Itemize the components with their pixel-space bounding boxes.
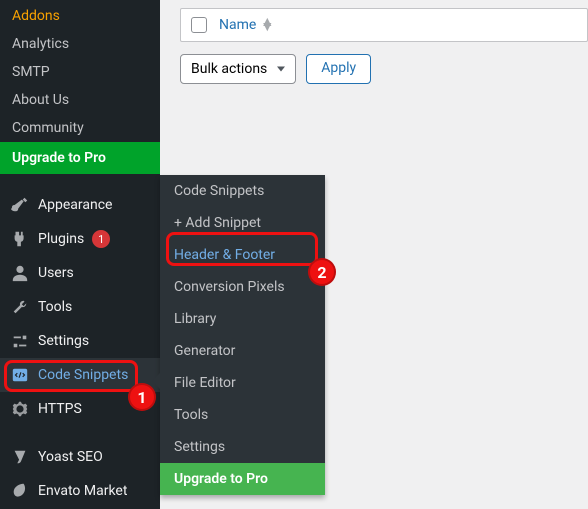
code-snippets-submenu: Code Snippets + Add Snippet Header & Foo… <box>160 175 325 495</box>
plug-icon <box>10 230 30 248</box>
submenu-item-code-snippets[interactable]: Code Snippets <box>160 175 325 207</box>
column-label: Name <box>219 17 256 33</box>
sidebar-item-label: Yoast SEO <box>38 449 103 465</box>
admin-sidebar: Addons Analytics SMTP About Us Community… <box>0 0 160 509</box>
sidebar-upgrade-button[interactable]: Upgrade to Pro <box>0 142 160 174</box>
yoast-icon <box>10 448 30 466</box>
table-header-row: Name ▲▼ <box>180 8 588 42</box>
sidebar-item-appearance[interactable]: Appearance <box>0 188 160 222</box>
sidebar-item-users[interactable]: Users <box>0 256 160 290</box>
submenu-upgrade-button[interactable]: Upgrade to Pro <box>160 463 325 495</box>
bulk-actions-select[interactable]: Bulk actions <box>180 54 296 84</box>
column-name-header[interactable]: Name ▲▼ <box>219 17 274 33</box>
sidebar-sub-smtp[interactable]: SMTP <box>0 58 160 86</box>
sidebar-item-label: Users <box>38 265 74 281</box>
bulk-actions-row: Bulk actions Apply <box>180 54 588 84</box>
sidebar-sub-addons[interactable]: Addons <box>0 2 160 30</box>
submenu-item-header-footer[interactable]: Header & Footer <box>160 239 325 271</box>
sidebar-item-plugins[interactable]: Plugins 1 <box>0 222 160 256</box>
gear-icon <box>10 400 30 418</box>
sidebar-item-tools[interactable]: Tools <box>0 290 160 324</box>
sidebar-sub-community[interactable]: Community <box>0 114 160 142</box>
apply-button[interactable]: Apply <box>306 54 371 84</box>
sidebar-item-label: Settings <box>38 333 89 349</box>
leaf-icon <box>10 482 30 500</box>
sidebar-item-envato[interactable]: Envato Market <box>0 474 160 508</box>
submenu-item-generator[interactable]: Generator <box>160 335 325 367</box>
sidebar-item-label: Appearance <box>38 197 112 213</box>
submenu-item-settings[interactable]: Settings <box>160 431 325 463</box>
submenu-item-file-editor[interactable]: File Editor <box>160 367 325 399</box>
update-badge: 1 <box>92 230 110 248</box>
code-icon <box>10 366 30 384</box>
sidebar-main-section: Appearance Plugins 1 Users Tools Setting… <box>0 188 160 508</box>
select-all-checkbox[interactable] <box>191 17 207 33</box>
sidebar-item-label: Tools <box>38 299 72 315</box>
sidebar-sub-analytics[interactable]: Analytics <box>0 30 160 58</box>
annotation-marker-1: 1 <box>128 383 156 411</box>
sliders-icon <box>10 332 30 350</box>
submenu-item-conversion-pixels[interactable]: Conversion Pixels <box>160 271 325 303</box>
sort-icon: ▲▼ <box>260 20 274 30</box>
brush-icon <box>10 196 30 214</box>
content-area: Name ▲▼ Bulk actions Apply <box>180 0 588 84</box>
submenu-item-tools[interactable]: Tools <box>160 399 325 431</box>
sidebar-sub-about[interactable]: About Us <box>0 86 160 114</box>
wrench-icon <box>10 298 30 316</box>
annotation-marker-2: 2 <box>308 258 336 286</box>
submenu-item-add-snippet[interactable]: + Add Snippet <box>160 207 325 239</box>
sidebar-subsection: Addons Analytics SMTP About Us Community <box>0 0 160 142</box>
sidebar-item-label: Code Snippets <box>38 367 128 383</box>
submenu-item-library[interactable]: Library <box>160 303 325 335</box>
sidebar-item-yoast[interactable]: Yoast SEO <box>0 440 160 474</box>
sidebar-item-label: Envato Market <box>38 483 127 499</box>
sidebar-item-label: Plugins <box>38 231 84 247</box>
sidebar-item-label: HTTPS <box>38 401 82 417</box>
user-icon <box>10 264 30 282</box>
sidebar-item-settings[interactable]: Settings <box>0 324 160 358</box>
